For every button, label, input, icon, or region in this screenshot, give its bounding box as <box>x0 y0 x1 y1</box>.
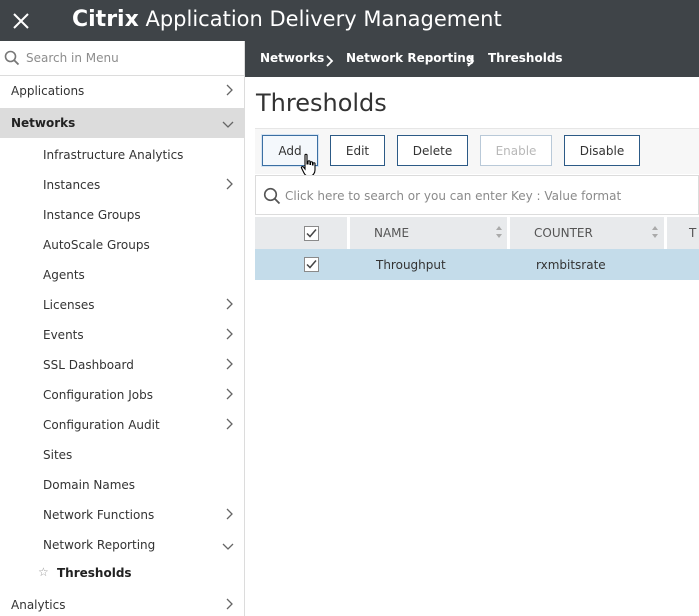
sidebar-item-label: Agents <box>43 268 85 282</box>
sidebar-item-sites[interactable]: Sites <box>0 440 244 470</box>
sidebar-item-label: Licenses <box>43 298 95 312</box>
sidebar-item-label: Infrastructure Analytics <box>43 148 184 162</box>
sidebar-item-label: Network Functions <box>43 508 155 522</box>
column-truncated[interactable]: T <box>667 217 699 249</box>
chevron-right-icon <box>226 178 234 193</box>
sidebar-item-applications[interactable]: Applications <box>0 76 244 106</box>
chevron-right-icon <box>226 418 234 433</box>
chevron-right-icon <box>226 388 234 403</box>
chevron-right-icon <box>226 298 234 313</box>
sidebar-item-label: Network Reporting <box>43 538 156 552</box>
checkmark-icon <box>306 229 317 238</box>
chevron-down-icon <box>222 540 234 554</box>
menu-search-input[interactable]: Search in Menu <box>0 41 244 76</box>
menu-search-placeholder: Search in Menu <box>26 51 119 65</box>
sidebar-item-ssl-dashboard[interactable]: SSL Dashboard <box>0 350 244 380</box>
column-name-label: NAME <box>374 226 410 240</box>
sidebar-item-network-functions[interactable]: Network Functions <box>0 500 244 530</box>
sidebar-item-label: AutoScale Groups <box>43 238 150 252</box>
sort-icon[interactable] <box>495 225 503 242</box>
chevron-right-icon <box>326 52 334 71</box>
table-row[interactable]: Throughput rxmbitsrate <box>255 249 699 280</box>
sidebar-item-domain-names[interactable]: Domain Names <box>0 470 244 500</box>
sidebar-item-label: Sites <box>43 448 73 462</box>
sidebar: Search in Menu Applications Networks Inf… <box>0 41 245 616</box>
sidebar-item-label: Events <box>43 328 84 342</box>
sidebar-item-networks[interactable]: Networks <box>0 108 244 138</box>
sidebar-item-autoscale-groups[interactable]: AutoScale Groups <box>0 230 244 260</box>
sidebar-item-thresholds[interactable]: ☆ Thresholds <box>0 558 244 588</box>
sidebar-item-network-reporting[interactable]: Network Reporting <box>0 530 244 560</box>
sidebar-item-instances[interactable]: Instances <box>0 170 244 200</box>
cell-name: Throughput <box>376 258 446 272</box>
brand-bold: Citrix <box>72 7 139 32</box>
breadcrumb-networks[interactable]: Networks <box>260 51 324 65</box>
sidebar-item-licenses[interactable]: Licenses <box>0 290 244 320</box>
sidebar-item-label: Configuration Jobs <box>43 388 153 402</box>
column-counter[interactable]: COUNTER <box>510 217 664 249</box>
chevron-right-icon <box>467 52 475 71</box>
sidebar-item-label: Thresholds <box>57 566 132 580</box>
sidebar-item-label: Instances <box>43 178 101 192</box>
table-search-input[interactable]: Click here to search or you can enter Ke… <box>255 175 699 215</box>
sidebar-item-label: Analytics <box>11 598 66 612</box>
select-all-checkbox[interactable] <box>304 226 319 241</box>
chevron-right-icon <box>226 508 234 523</box>
breadcrumb: Networks Network Reporting Thresholds <box>245 41 699 77</box>
app-header: Citrix Application Delivery Management <box>0 0 699 41</box>
column-name[interactable]: NAME <box>350 217 507 249</box>
sidebar-item-label: Networks <box>11 116 76 130</box>
cell-counter: rxmbitsrate <box>536 258 606 272</box>
search-icon <box>4 50 20 70</box>
page-title: Thresholds <box>256 89 387 117</box>
app-title: Citrix Application Delivery Management <box>72 4 502 35</box>
sidebar-item-label: Instance Groups <box>43 208 141 222</box>
close-menu-button[interactable] <box>0 0 41 41</box>
column-truncated-label: T <box>689 226 697 240</box>
delete-button[interactable]: Delete <box>397 135 468 166</box>
column-counter-label: COUNTER <box>534 226 593 240</box>
sidebar-item-configuration-jobs[interactable]: Configuration Jobs <box>0 380 244 410</box>
chevron-down-icon <box>222 118 234 132</box>
column-select-all <box>255 217 347 249</box>
sort-icon[interactable] <box>651 225 659 242</box>
table-header: NAME COUNTER T <box>255 217 699 249</box>
enable-button[interactable]: Enable <box>480 135 552 166</box>
sidebar-item-label: SSL Dashboard <box>43 358 134 372</box>
edit-button[interactable]: Edit <box>330 135 385 166</box>
chevron-right-icon <box>226 84 234 99</box>
sidebar-item-instance-groups[interactable]: Instance Groups <box>0 200 244 230</box>
search-icon <box>263 187 281 209</box>
table-search-placeholder: Click here to search or you can enter Ke… <box>285 189 622 203</box>
chevron-right-icon <box>226 598 234 613</box>
star-icon[interactable]: ☆ <box>38 565 49 579</box>
disable-button[interactable]: Disable <box>564 135 640 166</box>
sidebar-item-agents[interactable]: Agents <box>0 260 244 290</box>
breadcrumb-network-reporting[interactable]: Network Reporting <box>346 51 474 65</box>
row-checkbox[interactable] <box>304 257 319 272</box>
sidebar-item-label: Applications <box>11 84 85 98</box>
sidebar-item-infrastructure-analytics[interactable]: Infrastructure Analytics <box>0 140 244 170</box>
sidebar-item-analytics[interactable]: Analytics <box>0 590 244 616</box>
checkmark-icon <box>306 260 317 269</box>
brand-name: Application Delivery Management <box>145 7 502 31</box>
close-icon <box>12 12 29 29</box>
sidebar-item-label: Domain Names <box>43 478 136 492</box>
chevron-right-icon <box>226 328 234 343</box>
breadcrumb-thresholds: Thresholds <box>488 51 563 65</box>
sidebar-item-configuration-audit[interactable]: Configuration Audit <box>0 410 244 440</box>
chevron-right-icon <box>226 358 234 373</box>
sidebar-item-events[interactable]: Events <box>0 320 244 350</box>
sidebar-item-label: Configuration Audit <box>43 418 160 432</box>
